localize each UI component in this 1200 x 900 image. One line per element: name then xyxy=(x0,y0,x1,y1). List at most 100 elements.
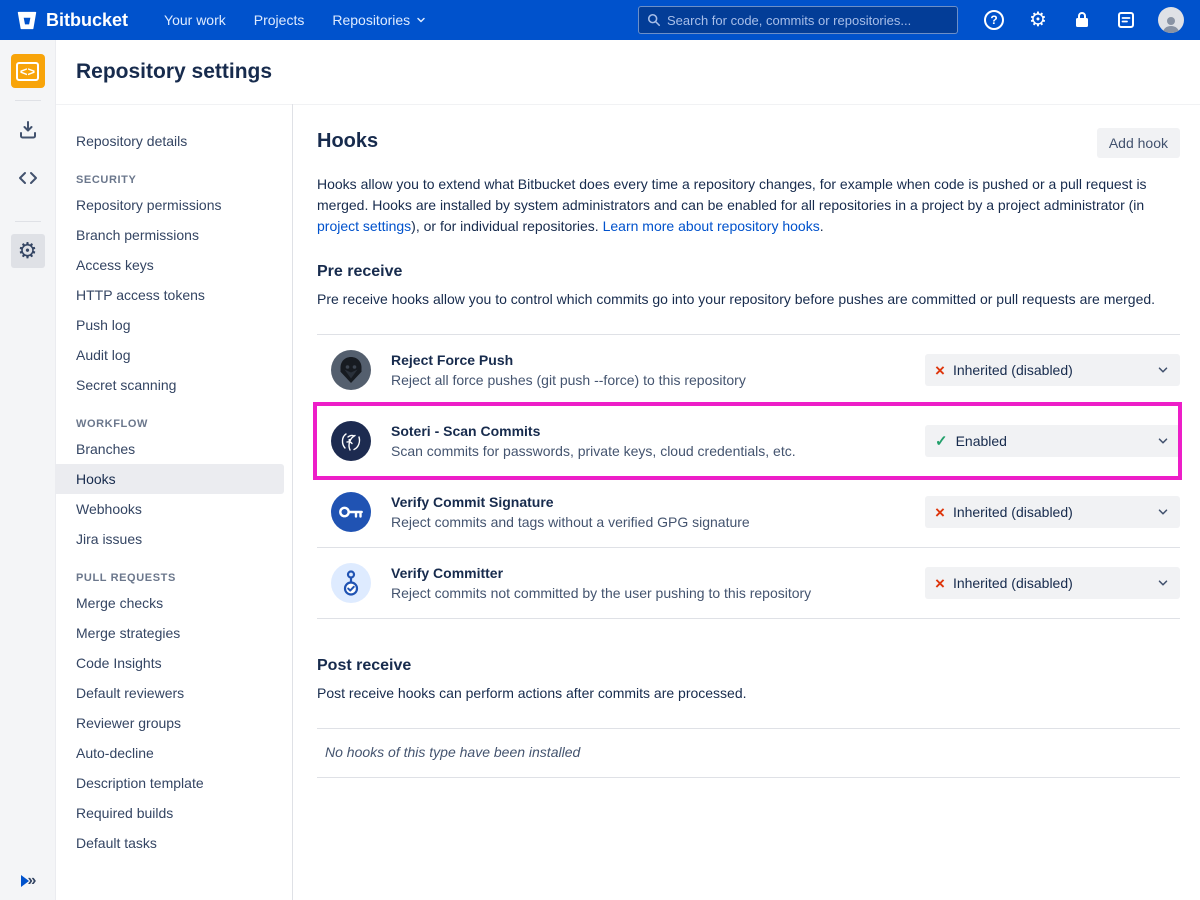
page-title: Repository settings xyxy=(76,60,272,84)
nav-repositories-label: Repositories xyxy=(332,12,410,28)
sidebar-section-pull-requests: PULL REQUESTS xyxy=(56,568,292,588)
search-icon xyxy=(647,13,661,27)
learn-more-link[interactable]: Learn more about repository hooks xyxy=(603,218,820,234)
chevron-down-icon xyxy=(1156,363,1170,377)
brand-name: Bitbucket xyxy=(46,10,128,31)
post-receive-heading: Post receive xyxy=(317,657,1180,675)
hook-row-verify-commit-signature: Verify Commit Signature Reject commits a… xyxy=(317,476,1180,547)
key-icon xyxy=(331,492,371,532)
nav-your-work[interactable]: Your work xyxy=(164,12,226,28)
sidebar-item-secret-scanning[interactable]: Secret scanning xyxy=(56,370,284,400)
settings-sidebar: Repository details SECURITY Repository p… xyxy=(56,104,293,900)
chevron-down-icon xyxy=(1156,576,1170,590)
rail-divider xyxy=(15,100,41,101)
main-content: Hooks Add hook Hooks allow you to extend… xyxy=(293,104,1200,900)
user-avatar[interactable] xyxy=(1158,7,1184,33)
hook-row-verify-committer: Verify Committer Reject commits not comm… xyxy=(317,547,1180,618)
hook-status-label: Enabled xyxy=(956,433,1007,449)
hook-name: Soteri - Scan Commits xyxy=(391,423,909,439)
chevron-down-icon xyxy=(1156,505,1170,519)
global-search[interactable] xyxy=(638,6,958,34)
sidebar-item-branch-permissions[interactable]: Branch permissions xyxy=(56,220,284,250)
sidebar-item-access-keys[interactable]: Access keys xyxy=(56,250,284,280)
pre-receive-hooks-table: Reject Force Push Reject all force pushe… xyxy=(317,334,1180,619)
settings-gear-icon[interactable]: ⚙ xyxy=(11,234,45,268)
nav-projects[interactable]: Projects xyxy=(254,12,305,28)
sidebar-item-audit-log[interactable]: Audit log xyxy=(56,340,284,370)
hook-name: Verify Commit Signature xyxy=(391,494,909,510)
sidebar-item-description-template[interactable]: Description template xyxy=(56,768,284,798)
pre-receive-heading: Pre receive xyxy=(317,263,1180,281)
feedback-icon[interactable] xyxy=(1114,8,1138,32)
rail-divider xyxy=(15,221,41,222)
help-icon[interactable]: ? xyxy=(982,8,1006,32)
sidebar-item-branches[interactable]: Branches xyxy=(56,434,284,464)
hook-row-soteri-scan-commits: Soteri - Scan Commits Scan commits for p… xyxy=(317,405,1180,476)
sidebar-item-push-log[interactable]: Push log xyxy=(56,310,284,340)
clone-icon[interactable] xyxy=(11,113,45,147)
hook-name: Reject Force Push xyxy=(391,352,909,368)
hook-status-label: Inherited (disabled) xyxy=(953,575,1073,591)
hook-status-label: Inherited (disabled) xyxy=(953,362,1073,378)
hook-description: Reject commits and tags without a verifi… xyxy=(391,514,909,530)
project-settings-link[interactable]: project settings xyxy=(317,218,411,234)
sidebar-item-required-builds[interactable]: Required builds xyxy=(56,798,284,828)
soteri-logo-icon xyxy=(331,421,371,461)
post-receive-description: Post receive hooks can perform actions a… xyxy=(317,683,1180,704)
page-header: Repository settings xyxy=(56,40,1200,104)
chevron-down-icon xyxy=(1156,434,1170,448)
sidebar-item-reviewer-groups[interactable]: Reviewer groups xyxy=(56,708,284,738)
admin-gear-icon[interactable]: ⚙ xyxy=(1026,8,1050,32)
top-navigation: Bitbucket Your work Projects Repositorie… xyxy=(0,0,1200,40)
nav-repositories[interactable]: Repositories xyxy=(332,12,427,28)
disabled-x-icon: × xyxy=(935,504,945,521)
sidebar-item-merge-checks[interactable]: Merge checks xyxy=(56,588,284,618)
expand-sidebar-button[interactable]: » xyxy=(19,872,37,890)
enabled-check-icon: ✓ xyxy=(935,434,948,449)
nav-utility-icons: ? ⚙ xyxy=(982,7,1184,33)
search-input[interactable] xyxy=(667,13,949,28)
disabled-x-icon: × xyxy=(935,575,945,592)
left-icon-rail: <> ⚙ » xyxy=(0,40,56,900)
intro-text-2: ), or for individual repositories. xyxy=(411,218,602,234)
hook-status-dropdown[interactable]: ✓ Enabled xyxy=(925,425,1180,457)
add-hook-button[interactable]: Add hook xyxy=(1097,128,1180,158)
sidebar-section-workflow: WORKFLOW xyxy=(56,414,292,434)
sidebar-item-auto-decline[interactable]: Auto-decline xyxy=(56,738,284,768)
intro-text-3: . xyxy=(820,218,824,234)
empty-hooks-message: No hooks of this type have been installe… xyxy=(325,744,580,760)
sidebar-item-repository-permissions[interactable]: Repository permissions xyxy=(56,190,284,220)
lock-icon[interactable] xyxy=(1070,8,1094,32)
darth-vader-icon xyxy=(331,350,371,390)
hooks-intro: Hooks allow you to extend what Bitbucket… xyxy=(317,174,1180,237)
committer-check-icon xyxy=(331,563,371,603)
sidebar-item-code-insights[interactable]: Code Insights xyxy=(56,648,284,678)
sidebar-item-hooks[interactable]: Hooks xyxy=(56,464,284,494)
disabled-x-icon: × xyxy=(935,362,945,379)
hook-description: Reject commits not committed by the user… xyxy=(391,585,909,601)
hook-status-dropdown[interactable]: × Inherited (disabled) xyxy=(925,496,1180,528)
intro-text-1: Hooks allow you to extend what Bitbucket… xyxy=(317,176,1147,213)
hook-row-reject-force-push: Reject Force Push Reject all force pushe… xyxy=(317,334,1180,405)
chevron-down-icon xyxy=(415,14,427,26)
hook-status-dropdown[interactable]: × Inherited (disabled) xyxy=(925,354,1180,386)
sidebar-section-security: SECURITY xyxy=(56,170,292,190)
primary-nav: Your work Projects Repositories xyxy=(164,12,427,28)
bitbucket-logo[interactable]: Bitbucket xyxy=(16,9,128,31)
sidebar-item-http-access-tokens[interactable]: HTTP access tokens xyxy=(56,280,284,310)
hooks-heading: Hooks xyxy=(317,128,378,153)
sidebar-item-default-tasks[interactable]: Default tasks xyxy=(56,828,284,858)
bitbucket-mark-icon xyxy=(16,9,38,31)
sidebar-item-jira-issues[interactable]: Jira issues xyxy=(56,524,284,554)
hook-description: Scan commits for passwords, private keys… xyxy=(391,443,909,459)
sidebar-item-default-reviewers[interactable]: Default reviewers xyxy=(56,678,284,708)
source-code-icon[interactable] xyxy=(11,161,45,195)
sidebar-item-webhooks[interactable]: Webhooks xyxy=(56,494,284,524)
pre-receive-description: Pre receive hooks allow you to control w… xyxy=(317,289,1180,310)
hook-status-dropdown[interactable]: × Inherited (disabled) xyxy=(925,567,1180,599)
hook-name: Verify Committer xyxy=(391,565,909,581)
repository-avatar[interactable]: <> xyxy=(11,54,45,88)
sidebar-item-merge-strategies[interactable]: Merge strategies xyxy=(56,618,284,648)
sidebar-item-repository-details[interactable]: Repository details xyxy=(56,126,284,156)
person-icon xyxy=(1161,15,1181,33)
